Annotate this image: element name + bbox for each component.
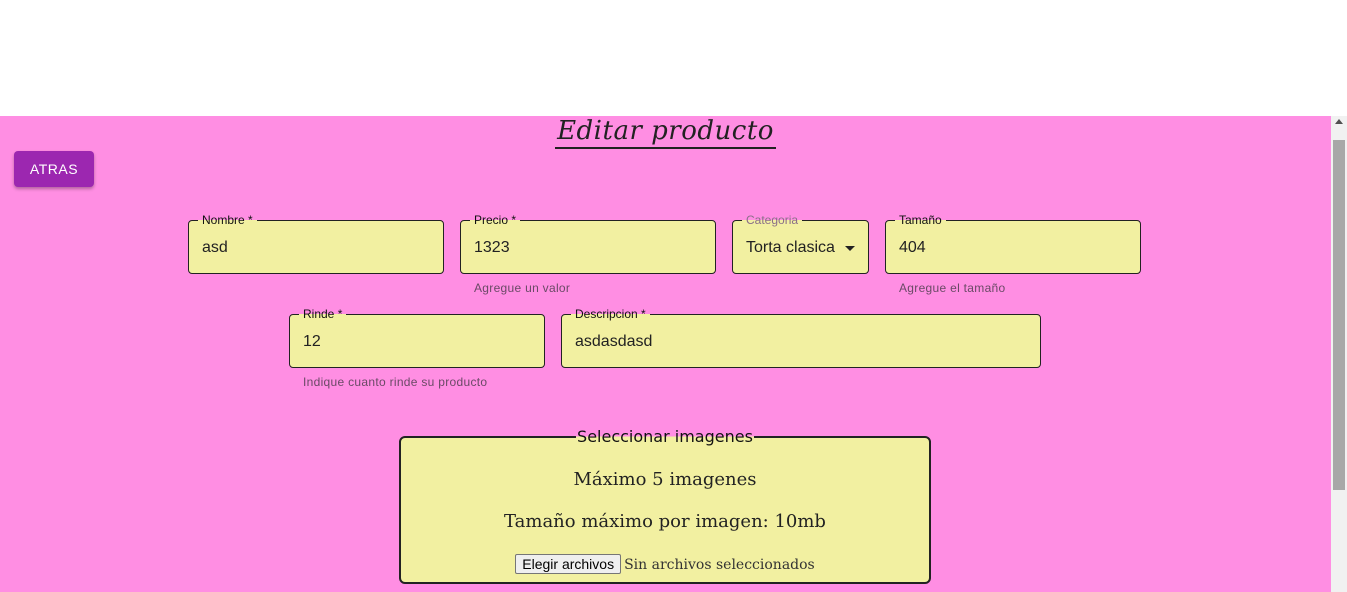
image-upload-legend-container: Seleccionar imagenes (401, 427, 929, 447)
precio-helper: Agregue un valor (474, 281, 571, 295)
max-size-text: Tamaño máximo por imagen: 10mb (504, 511, 826, 532)
precio-label: Precio * (470, 213, 521, 227)
descripcion-value: asdasdasd (575, 333, 653, 350)
vertical-scrollbar[interactable] (1331, 116, 1347, 592)
page-title-container: Editar producto (0, 116, 1331, 149)
descripcion-field[interactable]: Descripcion * asdasdasd (561, 307, 1041, 368)
rinde-field[interactable]: Rinde * 12 (289, 307, 545, 368)
max-images-text: Máximo 5 imagenes (573, 469, 757, 490)
rinde-helper: Indique cuanto rinde su producto (303, 375, 488, 389)
page-title: Editar producto (555, 116, 776, 149)
scrollbar-thumb[interactable] (1333, 140, 1345, 490)
back-button[interactable]: ATRAS (14, 151, 94, 187)
categoria-select[interactable]: Categoria Torta clasica (732, 213, 869, 274)
tamano-helper: Agregue el tamaño (899, 281, 1006, 295)
file-input[interactable]: Elegir archivos Sin archivos seleccionado… (401, 554, 929, 574)
tamano-value: 404 (899, 239, 926, 256)
image-upload-legend: Seleccionar imagenes (576, 427, 754, 446)
precio-value: 1323 (474, 239, 510, 256)
nombre-value: asd (202, 239, 228, 256)
rinde-value: 12 (303, 333, 321, 350)
tamano-field[interactable]: Tamaño 404 (885, 213, 1141, 274)
page-content: Editar producto ATRAS Nombre * asd Preci… (0, 116, 1331, 592)
descripcion-label: Descripcion * (571, 307, 650, 321)
nombre-field[interactable]: Nombre * asd (188, 213, 444, 274)
rinde-label: Rinde * (299, 307, 347, 321)
categoria-value: Torta clasica (746, 239, 835, 256)
dropdown-caret-icon (845, 246, 855, 251)
precio-field[interactable]: Precio * 1323 (460, 213, 716, 274)
categoria-label: Categoria (742, 213, 803, 227)
file-status-text: Sin archivos seleccionados (624, 557, 815, 573)
choose-files-button[interactable]: Elegir archivos (515, 554, 622, 574)
image-upload-box: Seleccionar imagenes Máximo 5 imagenes T… (399, 427, 931, 584)
nombre-label: Nombre * (198, 213, 257, 227)
tamano-label: Tamaño (895, 213, 946, 227)
scroll-up-arrow-icon[interactable] (1335, 119, 1343, 124)
